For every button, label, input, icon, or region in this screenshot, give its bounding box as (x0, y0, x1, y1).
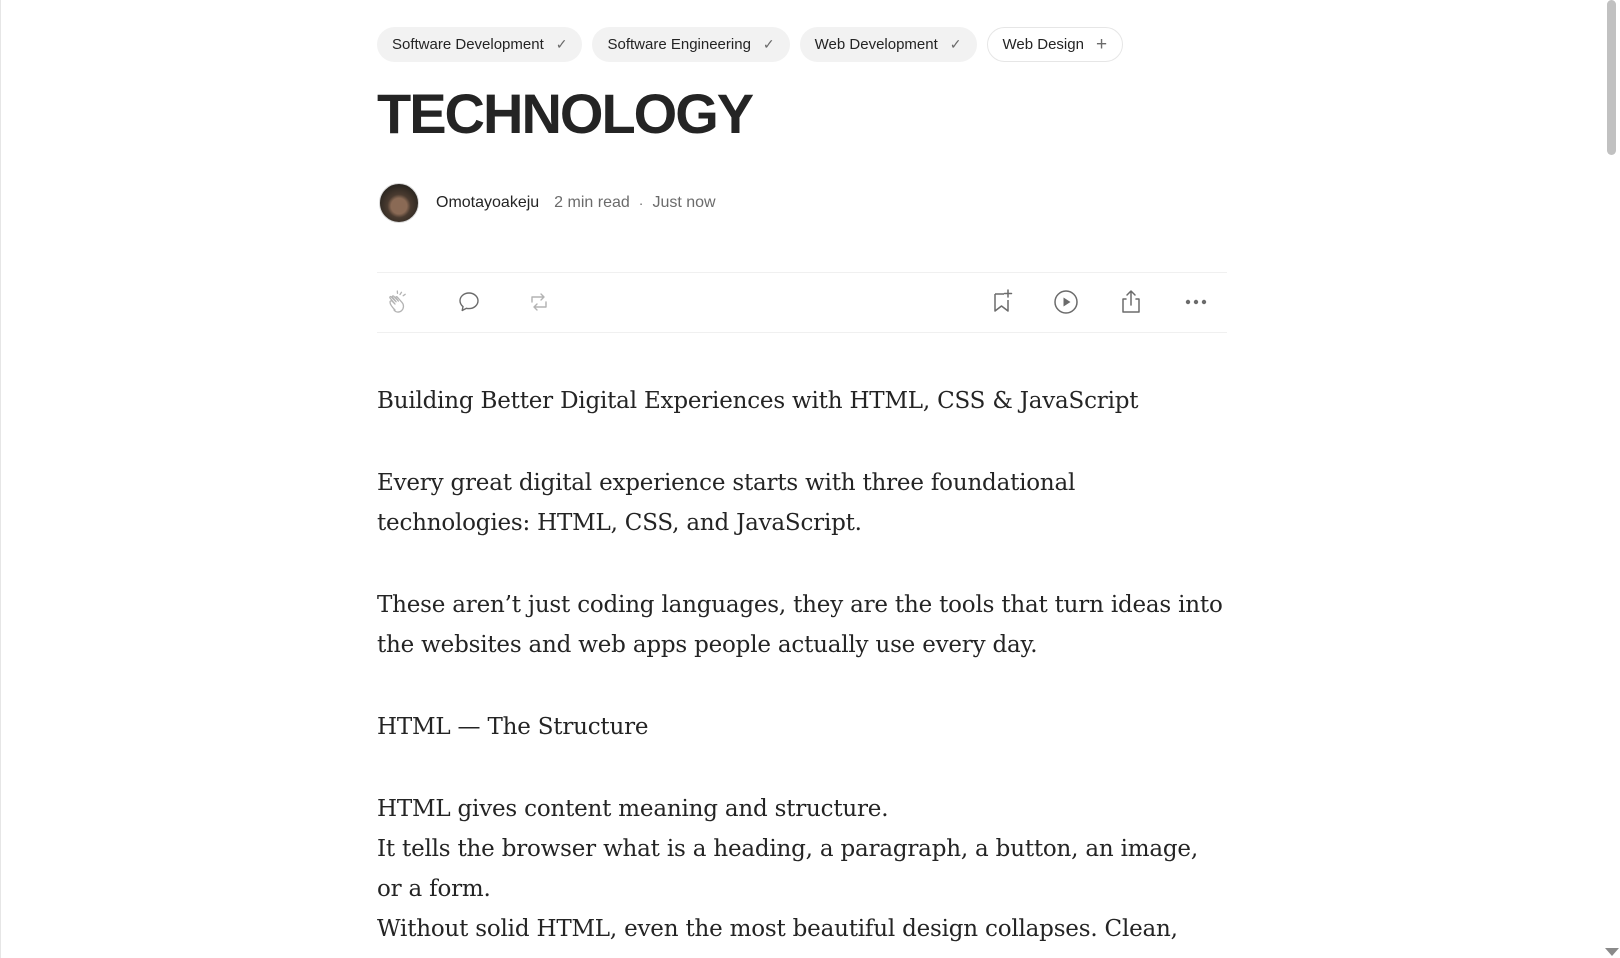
article-title: TECHNOLOGY (377, 82, 754, 145)
listen-play-icon[interactable] (1051, 287, 1081, 317)
topic-tags: Software Development ✓ Software Engineer… (377, 27, 1124, 62)
more-icon[interactable] (1181, 287, 1211, 317)
scrollbar-thumb[interactable] (1607, 0, 1616, 155)
paragraph: It tells the browser what is a heading, … (377, 836, 1198, 902)
tag-label: Web Development (814, 36, 938, 53)
meta-separator: · (638, 195, 644, 211)
tag-label: Software Development (392, 36, 544, 53)
bookmark-add-icon[interactable] (987, 287, 1017, 317)
paragraph: Without solid HTML, even the most beauti… (377, 916, 1178, 942)
plus-icon: + (1095, 33, 1108, 55)
tag-web-design[interactable]: Web Design + (986, 27, 1124, 62)
paragraph: HTML gives content meaning and structure… (377, 796, 889, 822)
clap-icon[interactable] (385, 287, 415, 317)
scrollbar[interactable] (1603, 0, 1620, 958)
left-border (0, 0, 1, 958)
tag-web-development[interactable]: Web Development ✓ (799, 27, 977, 62)
publish-date: Just now (652, 194, 716, 211)
repost-icon[interactable] (524, 287, 554, 317)
byline: Omotayoakeju 2 min read · Just now (379, 183, 716, 223)
checkmark-icon: ✓ (555, 36, 568, 52)
paragraph: These aren’t just coding languages, they… (377, 592, 1223, 658)
read-time: 2 min read (554, 194, 630, 211)
comment-icon[interactable] (454, 287, 484, 317)
author-name[interactable]: Omotayoakeju (436, 194, 539, 212)
share-icon[interactable] (1116, 287, 1146, 317)
tag-software-engineering[interactable]: Software Engineering ✓ (592, 27, 790, 62)
tag-label: Web Design (1002, 36, 1084, 53)
paragraph: Building Better Digital Experiences with… (377, 388, 1139, 414)
checkmark-icon: ✓ (949, 36, 962, 52)
paragraph: Every great digital experience starts wi… (377, 470, 1076, 536)
author-avatar[interactable] (379, 183, 419, 223)
scroll-down-arrow-icon[interactable] (1605, 948, 1619, 956)
tag-software-development[interactable]: Software Development ✓ (377, 27, 583, 62)
article-body: Building Better Digital Experiences with… (377, 381, 1227, 949)
section-heading-html: HTML — The Structure (377, 714, 649, 740)
checkmark-icon: ✓ (762, 36, 775, 52)
article-action-bar (377, 272, 1227, 333)
tag-label: Software Engineering (607, 36, 751, 53)
